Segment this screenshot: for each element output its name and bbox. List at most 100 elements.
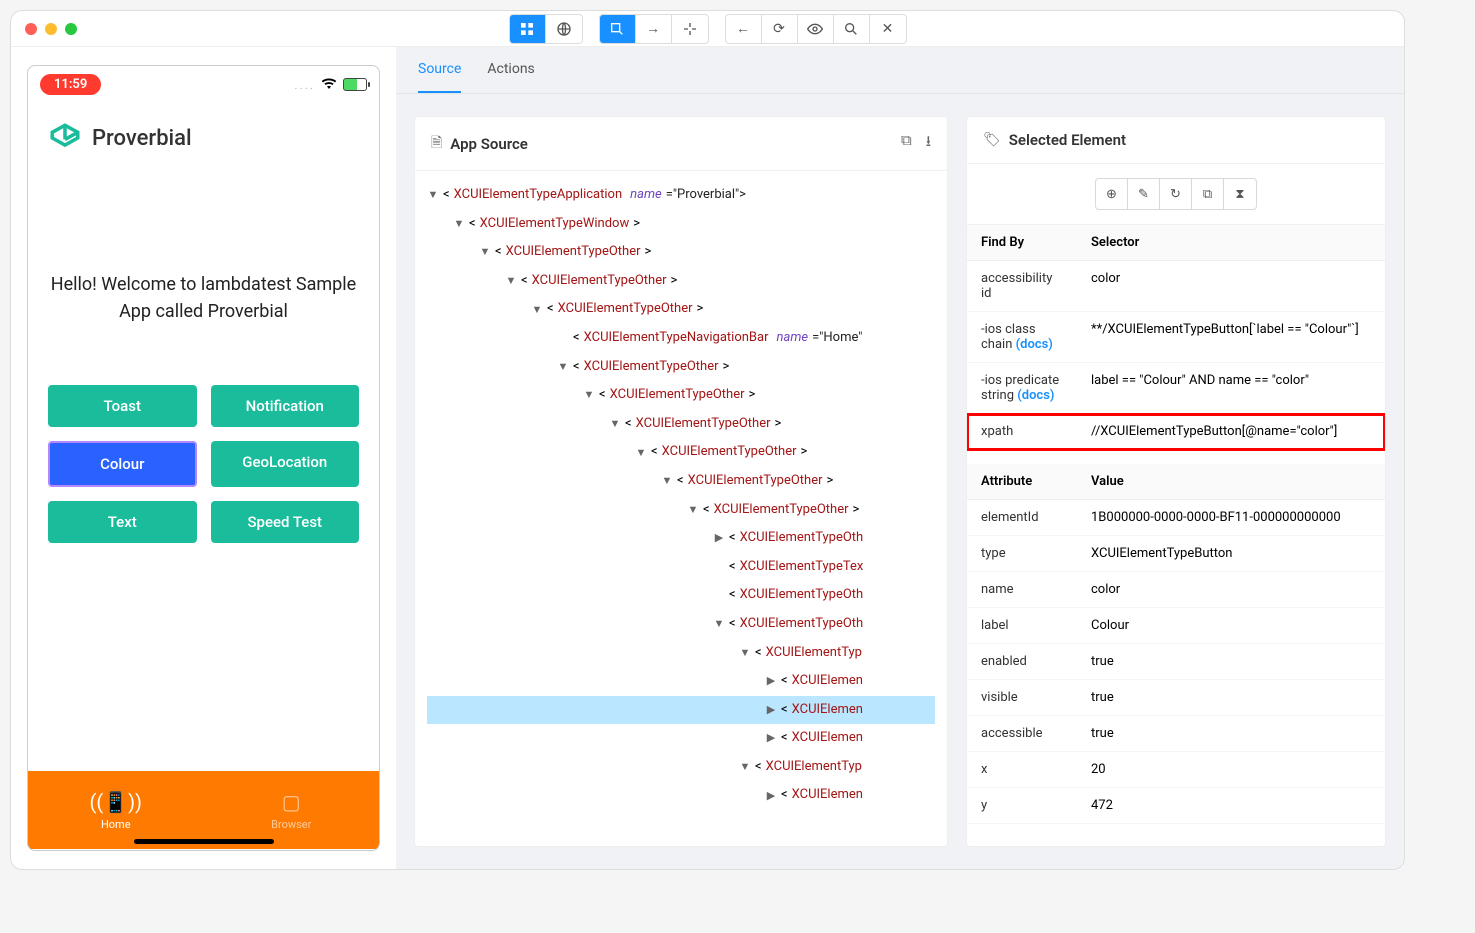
- send-keys-button[interactable]: ✎: [1128, 179, 1160, 209]
- findby-row[interactable]: -ios class chain (docs)**/XCUIElementTyp…: [967, 312, 1385, 363]
- tree-caret-icon[interactable]: [453, 212, 465, 236]
- tree-caret-icon[interactable]: [765, 726, 777, 750]
- tree-node[interactable]: <XCUIElementTyp: [427, 753, 935, 782]
- minimize-window[interactable]: [45, 23, 57, 35]
- tree-caret-icon[interactable]: [661, 469, 673, 493]
- tree-node[interactable]: <XCUIElementTyp: [427, 639, 935, 668]
- attr-row: typeXCUIElementTypeButton: [967, 536, 1385, 572]
- app-window: → ← ⟳ ✕ 11:59 ....: [10, 10, 1405, 870]
- attr-row: labelColour: [967, 608, 1385, 644]
- close-window[interactable]: [25, 23, 37, 35]
- tree-node[interactable]: <XCUIElementTypeOther>: [427, 381, 935, 410]
- timing-button[interactable]: ⧗: [1224, 179, 1256, 209]
- attributes-table: AttributeValue elementId1B000000-0000-00…: [967, 464, 1385, 824]
- time-pill: 11:59: [40, 74, 101, 95]
- clear-button[interactable]: ↻: [1160, 179, 1192, 209]
- tree-caret-icon[interactable]: [713, 612, 725, 636]
- source-tree[interactable]: <XCUIElementTypeApplication name="Prover…: [415, 171, 947, 846]
- tree-node[interactable]: <XCUIElementTypeNavigationBar name="Home…: [427, 324, 935, 353]
- inspector-tabs: Source Actions: [396, 47, 1404, 94]
- notification-button[interactable]: Notification: [211, 385, 360, 427]
- tree-node[interactable]: <XCUIElementTypeOth: [427, 524, 935, 553]
- tree-node[interactable]: <XCUIElementTypeOther>: [427, 267, 935, 296]
- tree-node[interactable]: <XCUIElementTypeOther>: [427, 353, 935, 382]
- tree-caret-icon[interactable]: [765, 698, 777, 722]
- swipe-button[interactable]: →: [636, 15, 672, 43]
- tap-element-button[interactable]: ⊕: [1096, 179, 1128, 209]
- tree-node[interactable]: <XCUIElementTypeApplication name="Prover…: [427, 181, 935, 210]
- tree-node[interactable]: <XCUIElementTypeOth: [427, 610, 935, 639]
- nav-home[interactable]: ((📱)) Home: [28, 771, 204, 849]
- browser-icon: ▢: [282, 790, 301, 814]
- speedtest-button[interactable]: Speed Test: [211, 501, 360, 543]
- attr-row: enabledtrue: [967, 644, 1385, 680]
- tree-caret-icon[interactable]: [713, 526, 725, 550]
- refresh-button[interactable]: ⟳: [762, 15, 798, 43]
- findby-row[interactable]: -ios predicate string (docs)label == "Co…: [967, 363, 1385, 414]
- tree-node[interactable]: <XCUIElemen: [427, 781, 935, 810]
- app-title: Proverbial: [92, 126, 192, 151]
- tree-node[interactable]: <XCUIElementTypeOther>: [427, 295, 935, 324]
- bottom-nav: ((📱)) Home ▢ Browser: [28, 771, 379, 849]
- findby-row[interactable]: xpath//XCUIElementTypeButton[@name="colo…: [967, 414, 1385, 450]
- web-mode-button[interactable]: [546, 15, 582, 43]
- tree-node[interactable]: <XCUIElementTypeOth: [427, 581, 935, 610]
- toast-button[interactable]: Toast: [48, 385, 197, 427]
- select-element-button[interactable]: [600, 15, 636, 43]
- tree-caret-icon[interactable]: [531, 298, 543, 322]
- tree-caret-icon[interactable]: [557, 355, 569, 379]
- tag-icon: 🏷: [983, 132, 1001, 148]
- tab-actions[interactable]: Actions: [487, 47, 534, 93]
- findby-row[interactable]: accessibility idcolor: [967, 261, 1385, 312]
- tree-caret-icon[interactable]: [427, 183, 439, 207]
- attr-row: namecolor: [967, 572, 1385, 608]
- device-screen[interactable]: 11:59 .... Proverbial Hello! Welcome to …: [27, 65, 380, 851]
- tree-caret-icon[interactable]: [609, 412, 621, 436]
- tree-caret-icon[interactable]: [687, 498, 699, 522]
- tree-caret-icon[interactable]: [505, 269, 517, 293]
- tree-node[interactable]: <XCUIElementTypeOther>: [427, 438, 935, 467]
- tree-node[interactable]: <XCUIElementTypeOther>: [427, 238, 935, 267]
- tree-node[interactable]: <XCUIElementTypeOther>: [427, 467, 935, 496]
- geolocation-button[interactable]: GeoLocation: [211, 441, 360, 487]
- nav-browser[interactable]: ▢ Browser: [204, 771, 380, 849]
- copy-xml-button[interactable]: ⧉: [901, 131, 912, 156]
- tree-caret-icon[interactable]: [635, 441, 647, 465]
- colour-button[interactable]: Colour: [48, 441, 197, 487]
- search-button[interactable]: [834, 15, 870, 43]
- record-button[interactable]: [798, 15, 834, 43]
- tree-caret-icon[interactable]: [479, 240, 491, 264]
- tree-node[interactable]: <XCUIElementTypeTex: [427, 553, 935, 582]
- native-mode-button[interactable]: [510, 15, 546, 43]
- tree-caret-icon[interactable]: [739, 641, 751, 665]
- copy-attrs-button[interactable]: ⧉: [1192, 179, 1224, 209]
- quit-button[interactable]: ✕: [870, 15, 906, 43]
- tree-node[interactable]: <XCUIElemen: [427, 667, 935, 696]
- docs-link[interactable]: (docs): [1016, 337, 1053, 352]
- tree-node[interactable]: <XCUIElementTypeOther>: [427, 410, 935, 439]
- wifi-icon: [321, 77, 337, 92]
- attr-row: visibletrue: [967, 680, 1385, 716]
- tap-coords-button[interactable]: [672, 15, 708, 43]
- welcome-text: Hello! Welcome to lambdatest Sample App …: [48, 271, 359, 325]
- tree-node[interactable]: <XCUIElemen: [427, 724, 935, 753]
- text-button[interactable]: Text: [48, 501, 197, 543]
- file-icon: 🗎: [431, 132, 442, 156]
- back-button[interactable]: ←: [726, 15, 762, 43]
- tree-node[interactable]: <XCUIElementTypeOther>: [427, 496, 935, 525]
- attr-row: x20: [967, 752, 1385, 788]
- tab-source[interactable]: Source: [418, 47, 461, 93]
- attr-row: y472: [967, 788, 1385, 824]
- tree-caret-icon[interactable]: [765, 669, 777, 693]
- app-source-title: App Source: [450, 135, 893, 153]
- button-grid: Toast Notification Colour GeoLocation Te…: [48, 385, 359, 543]
- docs-link[interactable]: (docs): [1017, 388, 1054, 403]
- selected-actions: ⊕ ✎ ↻ ⧉ ⧗: [967, 164, 1385, 225]
- tree-node[interactable]: <XCUIElemen: [427, 696, 935, 725]
- download-xml-button[interactable]: ⭳: [926, 131, 931, 156]
- tree-node[interactable]: <XCUIElementTypeWindow>: [427, 210, 935, 239]
- tree-caret-icon[interactable]: [765, 784, 777, 808]
- tree-caret-icon[interactable]: [739, 755, 751, 779]
- tree-caret-icon[interactable]: [583, 383, 595, 407]
- maximize-window[interactable]: [65, 23, 77, 35]
